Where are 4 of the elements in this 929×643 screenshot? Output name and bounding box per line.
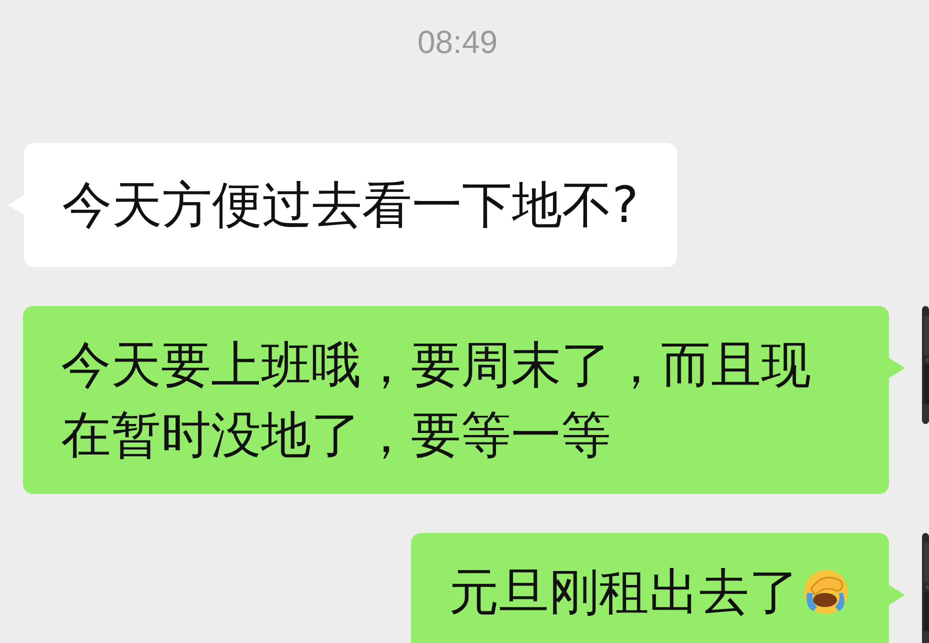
message-text: 今天方便过去看一下地不? (62, 175, 639, 236)
message-time: 08:49 (417, 23, 498, 62)
message-text: 元旦刚租出去了 (449, 562, 799, 623)
message-text: 今天要上班哦，要周末了，而且现在暂时没地了，要等一等 (61, 335, 812, 466)
